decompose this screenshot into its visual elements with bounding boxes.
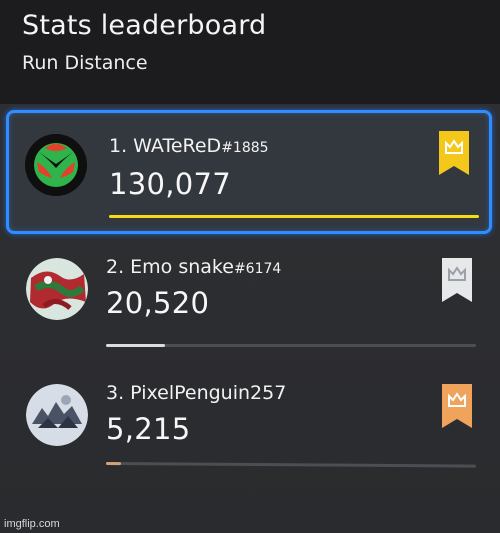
leaderboard-row-2[interactable]: 2. Emo snake#6174 20,520 bbox=[6, 248, 492, 370]
gamerpic-icon bbox=[26, 258, 88, 320]
gamerpic-icon bbox=[26, 384, 88, 446]
leaderboard-header: Stats leaderboard Run Distance bbox=[22, 10, 266, 74]
score-progress-fill bbox=[109, 215, 479, 218]
player-score: 20,520 bbox=[106, 286, 210, 320]
crown-icon bbox=[439, 131, 469, 175]
score-progress-bar bbox=[106, 344, 476, 347]
xbox-logo-icon bbox=[25, 134, 87, 196]
player-score: 130,077 bbox=[109, 167, 232, 201]
crown-icon bbox=[442, 384, 472, 428]
score-progress-bar bbox=[105, 462, 477, 468]
player-name: 2. Emo snake#6174 bbox=[106, 256, 282, 278]
watermark-text: imgflip.com bbox=[4, 518, 60, 530]
leaderboard-list: 1. WATeReD#1885 130,077 2. Emo snake#617… bbox=[0, 104, 500, 533]
score-progress-fill bbox=[106, 344, 166, 347]
gamertag-suffix: #6174 bbox=[233, 261, 282, 277]
gamertag-suffix: #1885 bbox=[221, 140, 269, 156]
leaderboard-row-3[interactable]: 3. PixelPenguin257 5,215 bbox=[6, 374, 492, 496]
stat-name: Run Distance bbox=[22, 52, 148, 74]
player-score: 5,215 bbox=[106, 412, 191, 446]
score-progress-fill bbox=[105, 462, 121, 466]
crown-icon bbox=[442, 258, 472, 302]
page-title: Stats leaderboard bbox=[22, 10, 267, 41]
player-name: 1. WATeReD#1885 bbox=[109, 135, 269, 157]
leaderboard-row-1[interactable]: 1. WATeReD#1885 130,077 bbox=[6, 110, 492, 234]
score-progress-bar bbox=[109, 215, 479, 218]
player-name: 3. PixelPenguin257 bbox=[106, 382, 287, 404]
